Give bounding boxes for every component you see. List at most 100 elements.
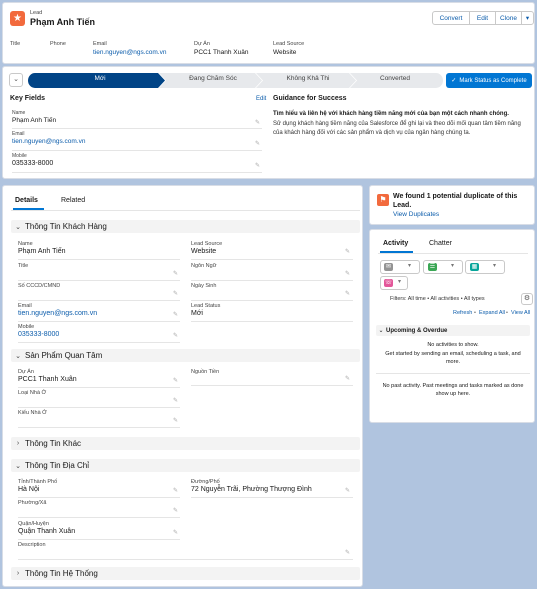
- convert-button[interactable]: Convert: [432, 11, 470, 25]
- key-field-mobile: Mobile 035333-8000: [12, 153, 262, 167]
- stage-khong-kha-thi[interactable]: Không Khả Thi: [261, 75, 355, 82]
- pencil-icon[interactable]: ✎: [255, 163, 261, 169]
- divider: [18, 559, 353, 560]
- highlight-email-value[interactable]: tien.nguyen@ngs.com.vn: [93, 49, 166, 56]
- more-actions-button[interactable]: ▾: [521, 11, 534, 25]
- field-quan-value: Quận Thanh Xuân: [18, 528, 76, 535]
- section-he-thong[interactable]: › Thông Tin Hệ Thống: [11, 567, 360, 580]
- field-mobile-value[interactable]: 035333-8000: [18, 331, 59, 338]
- pencil-icon[interactable]: ✎: [255, 141, 261, 147]
- key-field-name-label: Name: [12, 110, 26, 116]
- divider: [191, 280, 353, 281]
- section-khach-hang[interactable]: ⌄ Thông Tin Khách Hàng: [11, 220, 360, 233]
- pencil-icon[interactable]: ✎: [345, 488, 351, 494]
- duplicate-icon: ⚑: [377, 194, 389, 206]
- chevron-right-icon: ›: [16, 440, 20, 447]
- event-icon: ▦: [470, 263, 479, 271]
- pencil-icon[interactable]: ✎: [173, 271, 179, 277]
- details-card: Details Related ⌄ Thông Tin Khách Hàng Na…: [2, 185, 363, 587]
- chevron-down-icon: ▾: [408, 263, 412, 269]
- divider: [18, 427, 180, 428]
- divider: [18, 497, 180, 498]
- tab-chatter[interactable]: Chatter: [429, 240, 452, 247]
- tab-related[interactable]: Related: [61, 197, 85, 204]
- highlight-du-an-label: Dự Án: [194, 41, 210, 47]
- pencil-icon[interactable]: ✎: [173, 312, 179, 318]
- pencil-icon[interactable]: ✎: [345, 376, 351, 382]
- pencil-icon[interactable]: ✎: [173, 291, 179, 297]
- expand-all-link[interactable]: Expand All: [479, 310, 505, 316]
- section-khac[interactable]: › Thông Tin Khác: [11, 437, 360, 450]
- field-tinh: Tỉnh/Thành Phố Hà Nội: [18, 479, 57, 493]
- section-dia-chi-title: Thông Tin Địa Chỉ: [25, 461, 90, 470]
- upcoming-overdue-header[interactable]: ⌄ Upcoming & Overdue: [376, 325, 530, 336]
- field-lead-status-value: Mới: [191, 310, 203, 317]
- key-fields-edit-link[interactable]: Edit: [256, 96, 266, 102]
- clone-button[interactable]: Clone: [495, 11, 522, 25]
- divider: [18, 387, 180, 388]
- edit-button[interactable]: Edit: [469, 11, 496, 25]
- field-duong-label: Đường/Phố: [191, 479, 220, 485]
- field-cccd-label: Số CCCD/CMND: [18, 283, 61, 289]
- tab-activity[interactable]: Activity: [383, 240, 408, 247]
- section-dia-chi[interactable]: ⌄ Thông Tin Địa Chỉ: [11, 459, 360, 472]
- mark-status-complete-button[interactable]: ✓ Mark Status as Complete: [446, 73, 532, 88]
- pencil-icon[interactable]: ✎: [173, 488, 179, 494]
- field-title: Title: [18, 263, 28, 269]
- stage-converted[interactable]: Converted: [355, 75, 435, 82]
- key-field-email-label: Email: [12, 131, 25, 137]
- stage-dang-cham-soc[interactable]: Đang Chăm Sóc: [165, 75, 261, 82]
- field-tinh-label: Tỉnh/Thành Phố: [18, 479, 58, 485]
- field-lead-status-label: Lead Status: [191, 303, 221, 309]
- refresh-link[interactable]: Refresh: [453, 310, 472, 316]
- section-san-pham-title: Sản Phẩm Quan Tâm: [25, 351, 103, 360]
- pencil-icon[interactable]: ✎: [345, 291, 351, 297]
- field-cccd: Số CCCD/CMND: [18, 283, 60, 289]
- tab-bar-divider: [11, 210, 360, 211]
- chevron-down-icon: ⌄: [378, 328, 384, 334]
- chevron-down-icon: ▾: [451, 263, 455, 269]
- pencil-icon[interactable]: ✎: [345, 550, 351, 556]
- chevron-right-icon: ›: [16, 570, 20, 577]
- pencil-icon[interactable]: ✎: [345, 249, 351, 255]
- field-name-label: Name: [18, 241, 33, 247]
- tab-details[interactable]: Details: [15, 197, 38, 204]
- pencil-icon[interactable]: ✎: [173, 508, 179, 514]
- field-du-an-value: PCC1 Thanh Xuân: [18, 376, 77, 383]
- chevron-down-icon: ⌄: [15, 223, 21, 231]
- stage-new[interactable]: Mới: [35, 75, 165, 82]
- email-action-group[interactable]: ✉ ▾: [380, 260, 420, 274]
- divider: [18, 259, 180, 260]
- section-san-pham[interactable]: ⌄ Sản Phẩm Quan Tâm: [11, 349, 360, 362]
- record-header: ★ Lead Phạm Anh Tiến Convert Edit Clone …: [2, 2, 535, 64]
- filter-settings-button[interactable]: ⚙: [521, 293, 533, 305]
- key-field-email-value[interactable]: tien.nguyen@ngs.com.vn: [12, 138, 262, 145]
- task-icon: ☰: [428, 263, 437, 271]
- task-action-group[interactable]: ☰ ▾: [423, 260, 463, 274]
- key-field-name: Name Phạm Anh Tiến: [12, 110, 262, 124]
- pencil-icon[interactable]: ✎: [173, 333, 179, 339]
- field-email-value[interactable]: tien.nguyen@ngs.com.vn: [18, 310, 97, 317]
- pencil-icon[interactable]: ✎: [173, 378, 179, 384]
- guidance-title: Guidance for Success: [273, 95, 347, 102]
- pencil-icon[interactable]: ✎: [173, 398, 179, 404]
- chevron-down-icon: ⌄: [15, 352, 21, 360]
- divider: [18, 539, 180, 540]
- pencil-icon[interactable]: ✎: [345, 271, 351, 277]
- chevron-down-icon: ▾: [493, 263, 497, 269]
- path-toggle-button[interactable]: ⌄: [9, 73, 23, 87]
- field-quan: Quận/Huyện Quận Thanh Xuân: [18, 521, 75, 535]
- record-name: Phạm Anh Tiến: [30, 17, 96, 27]
- pencil-icon[interactable]: ✎: [173, 418, 179, 424]
- field-mobile: Mobile 035333-8000: [18, 324, 59, 338]
- field-duong-value: 72 Nguyễn Trãi, Phường Thượng Đình: [191, 486, 312, 493]
- field-du-an-label: Dự Án: [18, 369, 34, 375]
- view-duplicates-link[interactable]: View Duplicates: [393, 211, 439, 218]
- view-all-link[interactable]: View All: [511, 310, 530, 316]
- log-call-action-group[interactable]: ☏ ▾: [380, 276, 408, 290]
- event-action-group[interactable]: ▦ ▾: [465, 260, 505, 274]
- divider: [12, 150, 262, 151]
- pencil-icon[interactable]: ✎: [173, 530, 179, 536]
- pencil-icon[interactable]: ✎: [255, 120, 261, 126]
- field-mobile-label: Mobile: [18, 324, 35, 330]
